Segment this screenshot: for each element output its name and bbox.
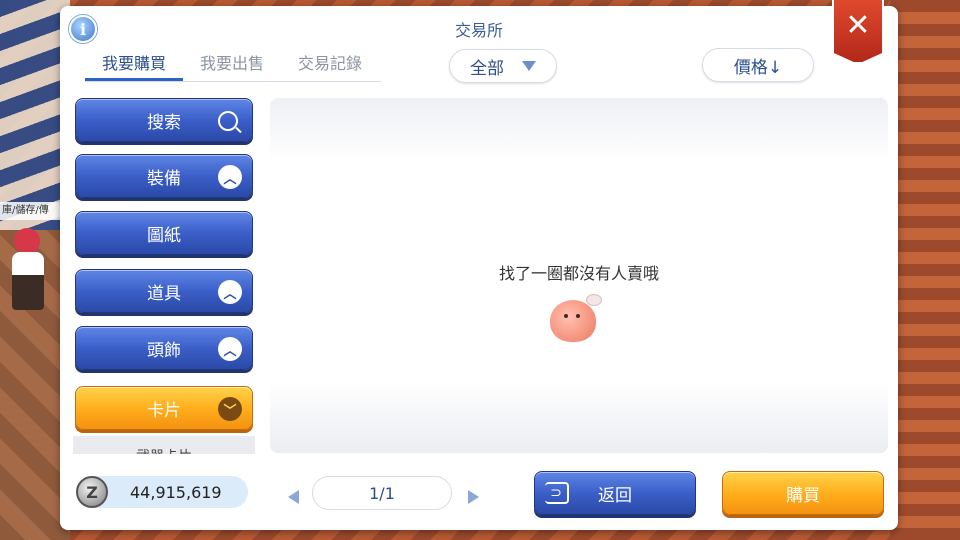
triangle-down-icon [522,61,536,71]
sidebar-item-search[interactable]: 搜索 [75,98,253,142]
sidebar-item-label: 道具 [147,283,181,304]
next-page-icon[interactable] [468,490,479,504]
close-icon: ✕ [845,7,871,43]
mascot-eye [564,314,568,318]
tab-buy[interactable]: 我要購買 [85,50,183,81]
tab-history[interactable]: 交易記錄 [281,50,379,81]
chevron-up-icon: ︿ [218,280,242,304]
zeny-amount: 44,915,619 [130,482,222,502]
sidebar-item-cards[interactable]: 卡片 ﹀ [75,386,253,430]
tab-sell[interactable]: 我要出售 [183,50,281,81]
mascot-wing [586,294,602,306]
mascot-body [550,300,596,342]
back-label: 返回 [598,485,632,506]
filter-selected-value: 全部 [470,58,504,79]
buy-label: 購買 [786,485,820,506]
poring-mascot-icon [550,294,602,346]
sort-label: 價格↓ [733,57,783,78]
close-button[interactable]: ✕ [832,0,884,64]
zeny-balance: Z 44,915,619 [76,476,248,508]
sidebar-item-items[interactable]: 道具 ︿ [75,269,253,313]
page-indicator: 1/1 [312,476,452,510]
sidebar-subitem-weapon-cards[interactable]: 武器卡片 [73,446,255,454]
sidebar-item-headgear[interactable]: 頭飾 ︿ [75,326,253,370]
buy-button[interactable]: 購買 [722,471,884,515]
sidebar-item-label: 頭飾 [147,340,181,361]
chevron-up-icon: ︿ [218,165,242,189]
npc-name-label: 庫/儲存/傳 [0,202,62,220]
sidebar-item-label: 圖紙 [147,225,181,246]
back-button[interactable]: ⊃ 返回 [534,471,696,515]
building-roof [890,0,960,540]
sidebar-item-label: 裝備 [147,168,181,189]
mascot-eye [576,314,580,318]
prev-page-icon[interactable] [288,490,299,504]
sidebar-item-blueprints[interactable]: 圖紙 [75,211,253,255]
category-filter-dropdown[interactable]: 全部 [449,49,557,83]
zeny-coin-icon: Z [76,476,108,508]
npc-character[interactable] [8,228,48,312]
results-list: 找了一圈都沒有人賣哦 [270,98,888,453]
tab-bar: 我要購買 我要出售 交易記錄 [85,50,381,82]
sidebar-item-equipment[interactable]: 裝備 ︿ [75,154,253,198]
search-icon [218,111,238,131]
npc-head [14,228,40,254]
chevron-down-icon: ﹀ [218,397,242,421]
return-arrow-icon: ⊃ [545,482,569,504]
sort-price-button[interactable]: 價格↓ [702,48,814,82]
sidebar-item-label: 卡片 [147,400,181,421]
sidebar-item-label: 搜索 [147,112,181,133]
exchange-panel: i 交易所 ✕ 我要購買 我要出售 交易記錄 全部 價格↓ 搜索 裝備 ︿ 圖紙… [60,0,898,530]
chevron-up-icon: ︿ [218,337,242,361]
empty-message: 找了一圈都沒有人賣哦 [498,264,659,283]
npc-body [12,252,44,310]
category-sidebar: 搜索 裝備 ︿ 圖紙 道具 ︿ 頭飾 ︿ 武器卡片 卡片 ﹀ [73,96,255,454]
panel-title: 交易所 [454,21,503,40]
